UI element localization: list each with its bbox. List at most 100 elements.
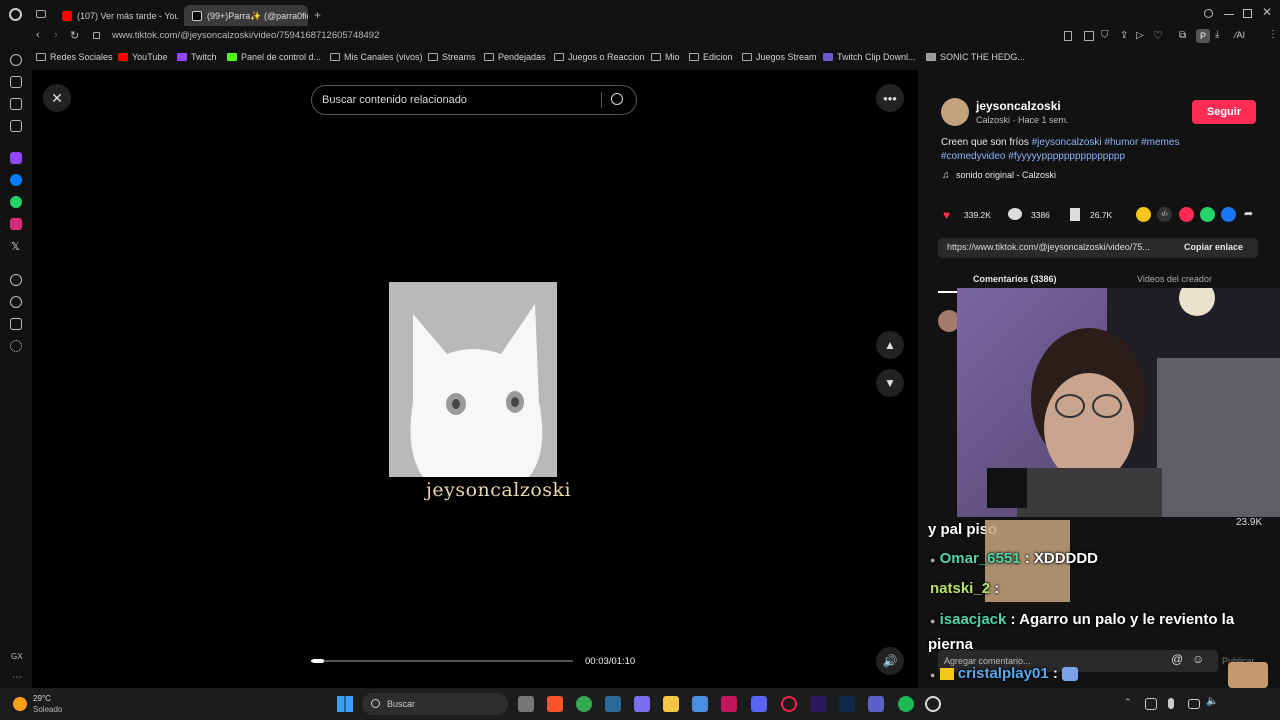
minimize-button[interactable]	[1224, 14, 1234, 15]
follow-button[interactable]: Seguir	[1192, 100, 1256, 124]
weather-icon[interactable]	[13, 697, 27, 711]
copy-link-button[interactable]: Copiar enlace	[1184, 242, 1243, 252]
author-name[interactable]: jeysoncalzoski	[976, 99, 1061, 113]
heart-icon[interactable]: ♡	[1153, 29, 1163, 42]
task-view-icon[interactable]	[518, 696, 534, 712]
mention-icon[interactable]: @	[1171, 652, 1183, 666]
play-icon[interactable]: ▷	[1136, 30, 1144, 41]
tray-chevron-icon[interactable]: ⌃	[1124, 697, 1132, 708]
reload-icon[interactable]: ↻	[70, 29, 79, 42]
shield-icon[interactable]: ⛉	[1101, 30, 1109, 41]
spotify-icon[interactable]	[898, 696, 914, 712]
more-options-button[interactable]: •••	[876, 84, 904, 112]
x-icon[interactable]: 𝕏	[11, 240, 20, 253]
progress-handle[interactable]	[312, 659, 324, 663]
back-icon[interactable]: ‹	[36, 29, 40, 41]
next-video-button[interactable]: ▼	[876, 369, 904, 397]
obs-icon[interactable]	[925, 696, 941, 712]
bookmark-link[interactable]: Panel de control d...	[227, 52, 321, 62]
extensions-icon[interactable]	[10, 318, 22, 330]
whatsapp-icon[interactable]	[10, 196, 22, 208]
chat-username[interactable]: cristalplay01	[958, 665, 1049, 682]
teams-icon[interactable]	[868, 696, 884, 712]
windows-start-icon[interactable]	[337, 696, 353, 712]
bookmark-link[interactable]: YouTube	[118, 52, 167, 62]
taskbar-search[interactable]: Buscar	[362, 693, 508, 715]
screenshot-icon[interactable]	[1084, 31, 1094, 41]
caption-hashtags-1[interactable]: #jeysoncalzoski #humor #memes	[1032, 137, 1180, 148]
settings-icon[interactable]	[10, 340, 22, 352]
refresh-icon[interactable]	[10, 54, 22, 66]
video-progress-bar[interactable]	[311, 660, 573, 662]
premiere-icon[interactable]	[810, 696, 826, 712]
bookmark-folder[interactable]: Juegos Stream	[742, 52, 817, 62]
bookmark-folder[interactable]: Mis Canales (vivos)	[330, 52, 423, 62]
shop-icon[interactable]	[10, 76, 22, 88]
bookmark-page-icon[interactable]	[1064, 31, 1072, 41]
send-icon[interactable]	[1179, 207, 1194, 222]
bookmark-folder[interactable]: Streams	[428, 52, 476, 62]
news-icon[interactable]	[10, 98, 22, 110]
chat-username[interactable]: Omar_6551	[940, 550, 1021, 567]
tab-manager-icon[interactable]	[36, 10, 46, 18]
tab-youtube[interactable]: (107) Ver más tarde - YouT	[54, 5, 178, 27]
previous-video-button[interactable]: ▲	[876, 331, 904, 359]
bookmark-folder[interactable]: Juegos o Reaccion	[554, 52, 645, 62]
close-video-button[interactable]: ✕	[43, 84, 71, 112]
copilot-icon[interactable]	[634, 696, 650, 712]
bookmark-link[interactable]: Twitch Clip Downl...	[823, 52, 916, 62]
forward-icon[interactable]: ›	[54, 29, 58, 41]
facebook-share-icon[interactable]	[1221, 207, 1236, 222]
whatsapp-share-icon[interactable]	[1200, 207, 1215, 222]
download-icon[interactable]: ⤓	[1215, 29, 1219, 40]
sound-label[interactable]: sonido original - Calzoski	[956, 170, 1056, 180]
bookmark-folder[interactable]: Redes Sociales	[36, 52, 113, 62]
chrome-icon[interactable]	[576, 696, 592, 712]
instagram-icon[interactable]	[10, 218, 22, 230]
mail-icon[interactable]	[10, 120, 22, 132]
app-icon[interactable]	[721, 696, 737, 712]
player-icon[interactable]	[10, 274, 22, 286]
emoji-icon[interactable]: ☺	[1192, 652, 1204, 666]
maximize-button[interactable]	[1243, 9, 1252, 18]
menu-icon[interactable]: ⋮	[1268, 29, 1278, 40]
gx-label[interactable]: GX	[11, 652, 23, 661]
bookmark-link[interactable]: SONIC THE HEDG...	[926, 52, 1025, 62]
history-icon[interactable]	[10, 296, 22, 308]
chat-username[interactable]: isaacjack	[940, 611, 1007, 628]
share-arrow-icon[interactable]: ➦	[1244, 207, 1253, 220]
embed-icon[interactable]: ‹/›	[1157, 207, 1172, 222]
tab-comments[interactable]: Comentarios (3386)	[973, 274, 1057, 284]
related-search-input[interactable]: Buscar contenido relacionado	[311, 85, 637, 115]
browser-logo-icon[interactable]	[9, 8, 22, 21]
volume-button[interactable]: 🔊	[876, 647, 904, 675]
author-avatar[interactable]	[941, 98, 969, 126]
share-icon[interactable]: ⇪	[1120, 30, 1128, 41]
photoshop-icon[interactable]	[839, 696, 855, 712]
volume-icon[interactable]: 🔈	[1206, 696, 1218, 707]
file-explorer-icon[interactable]	[663, 696, 679, 712]
like-icon[interactable]: ♥	[943, 208, 950, 222]
bookmark-folder[interactable]: Edicion	[689, 52, 733, 62]
url-field[interactable]: www.tiktok.com/@jeysoncalzoski/video/759…	[112, 30, 379, 41]
messenger-icon[interactable]	[10, 174, 22, 186]
brave-icon[interactable]	[547, 696, 563, 712]
bookmark-folder[interactable]: Pendejadas	[484, 52, 546, 62]
search-icon[interactable]	[611, 93, 623, 105]
vegas-icon[interactable]	[605, 696, 621, 712]
store-icon[interactable]	[692, 696, 708, 712]
ai-icon[interactable]: ⁄AI	[1235, 30, 1245, 40]
tab-creator-videos[interactable]: Videos del creador	[1137, 274, 1212, 284]
tray-icon[interactable]	[1145, 698, 1157, 710]
discord-icon[interactable]	[751, 696, 767, 712]
chat-username[interactable]: natski_2	[930, 580, 990, 597]
tab-tiktok[interactable]: (99+)Parra✨ (@parra0fic	[184, 5, 308, 27]
save-icon[interactable]	[1070, 208, 1080, 221]
bookmark-link[interactable]: Twitch	[177, 52, 217, 62]
search-tabs-icon[interactable]	[1204, 9, 1213, 18]
network-icon[interactable]	[1188, 699, 1200, 709]
caption-hashtags-2[interactable]: #comedyvideo #fyyyyyppppppppppppppp	[941, 151, 1125, 162]
extensions-icon[interactable]: ⧉	[1179, 30, 1186, 41]
coin-icon[interactable]	[1136, 207, 1151, 222]
bookmark-folder[interactable]: Mio	[651, 52, 680, 62]
